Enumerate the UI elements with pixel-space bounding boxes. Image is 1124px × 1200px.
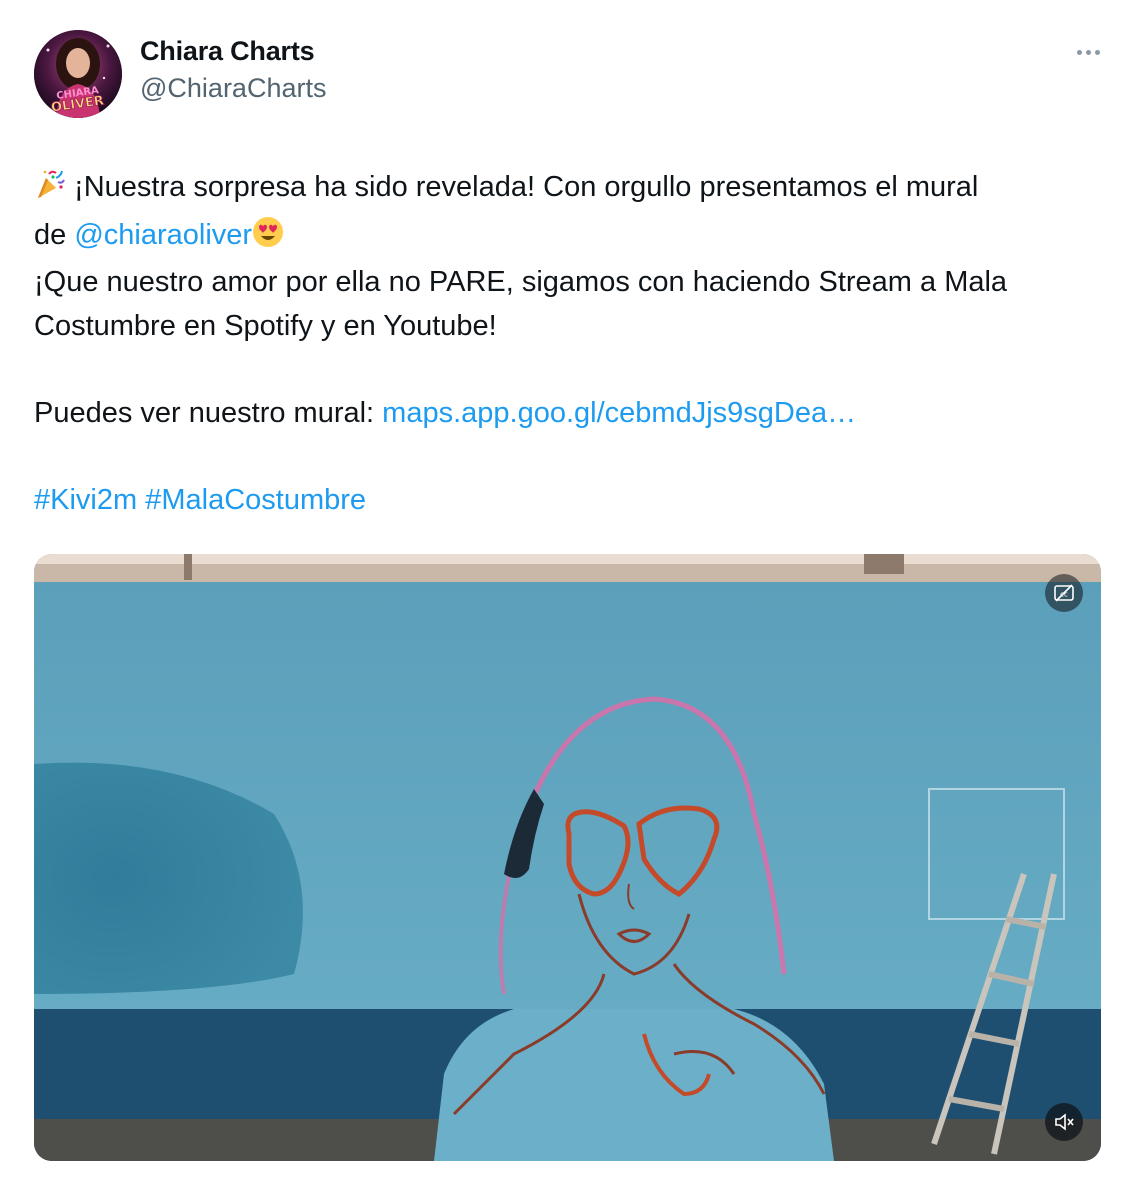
tweet-line-4: Costumbre en Spotify y en Youtube! bbox=[34, 309, 497, 342]
tweet-line-3: ¡Que nuestro amor por ella no PARE, siga… bbox=[34, 266, 1008, 298]
more-dot-icon bbox=[1076, 49, 1082, 55]
more-dot-icon bbox=[1085, 49, 1091, 55]
more-dot-icon bbox=[1094, 49, 1100, 55]
heart-eyes-icon bbox=[252, 216, 284, 262]
author-handle[interactable]: @ChiaraCharts bbox=[140, 73, 326, 104]
link-prefix: Puedes ver nuestro mural: bbox=[34, 396, 383, 429]
captions-button[interactable]: cc bbox=[1045, 574, 1083, 612]
tweet-line-1-text: ¡Nuestra sorpresa ha sido revelada! Con … bbox=[66, 171, 979, 203]
mention-link[interactable]: @chiaraoliver bbox=[74, 219, 252, 251]
unmute-button[interactable] bbox=[1045, 1103, 1083, 1141]
tweet-line-1: ¡Nuestra sorpresa ha sido revelada! Con … bbox=[34, 166, 1104, 214]
hashtag-link[interactable]: #MalaCostumbre bbox=[145, 484, 366, 516]
more-options-button[interactable] bbox=[1068, 40, 1108, 64]
tweet-line-2: de @chiaraoliver bbox=[34, 214, 1104, 262]
tweet-line-2-prefix: de bbox=[34, 218, 75, 251]
tweet-text: ¡Nuestra sorpresa ha sido revelada! Con … bbox=[34, 166, 1104, 522]
author-name[interactable]: Chiara Charts bbox=[140, 36, 315, 67]
captions-icon: cc bbox=[1054, 584, 1074, 602]
author-avatar[interactable]: CHIARA OLIVER bbox=[34, 30, 122, 118]
tweet-hashtags: #Kivi2m #MalaCostumbre bbox=[34, 479, 1104, 523]
svg-text:cc: cc bbox=[1060, 591, 1068, 599]
tweet-line-link: Puedes ver nuestro mural: maps.app.goo.g… bbox=[34, 392, 1104, 436]
hashtag-link[interactable]: #Kivi2m bbox=[34, 484, 137, 516]
tweet-video[interactable]: cc bbox=[34, 554, 1101, 1161]
party-popper-icon bbox=[34, 168, 66, 214]
maps-link[interactable]: maps.app.goo.gl/cebmdJjs9sgDea… bbox=[382, 397, 856, 429]
mute-icon bbox=[1055, 1113, 1074, 1131]
tweet-card: CHIARA OLIVER Chiara Charts @ChiaraChart… bbox=[0, 0, 1124, 1200]
